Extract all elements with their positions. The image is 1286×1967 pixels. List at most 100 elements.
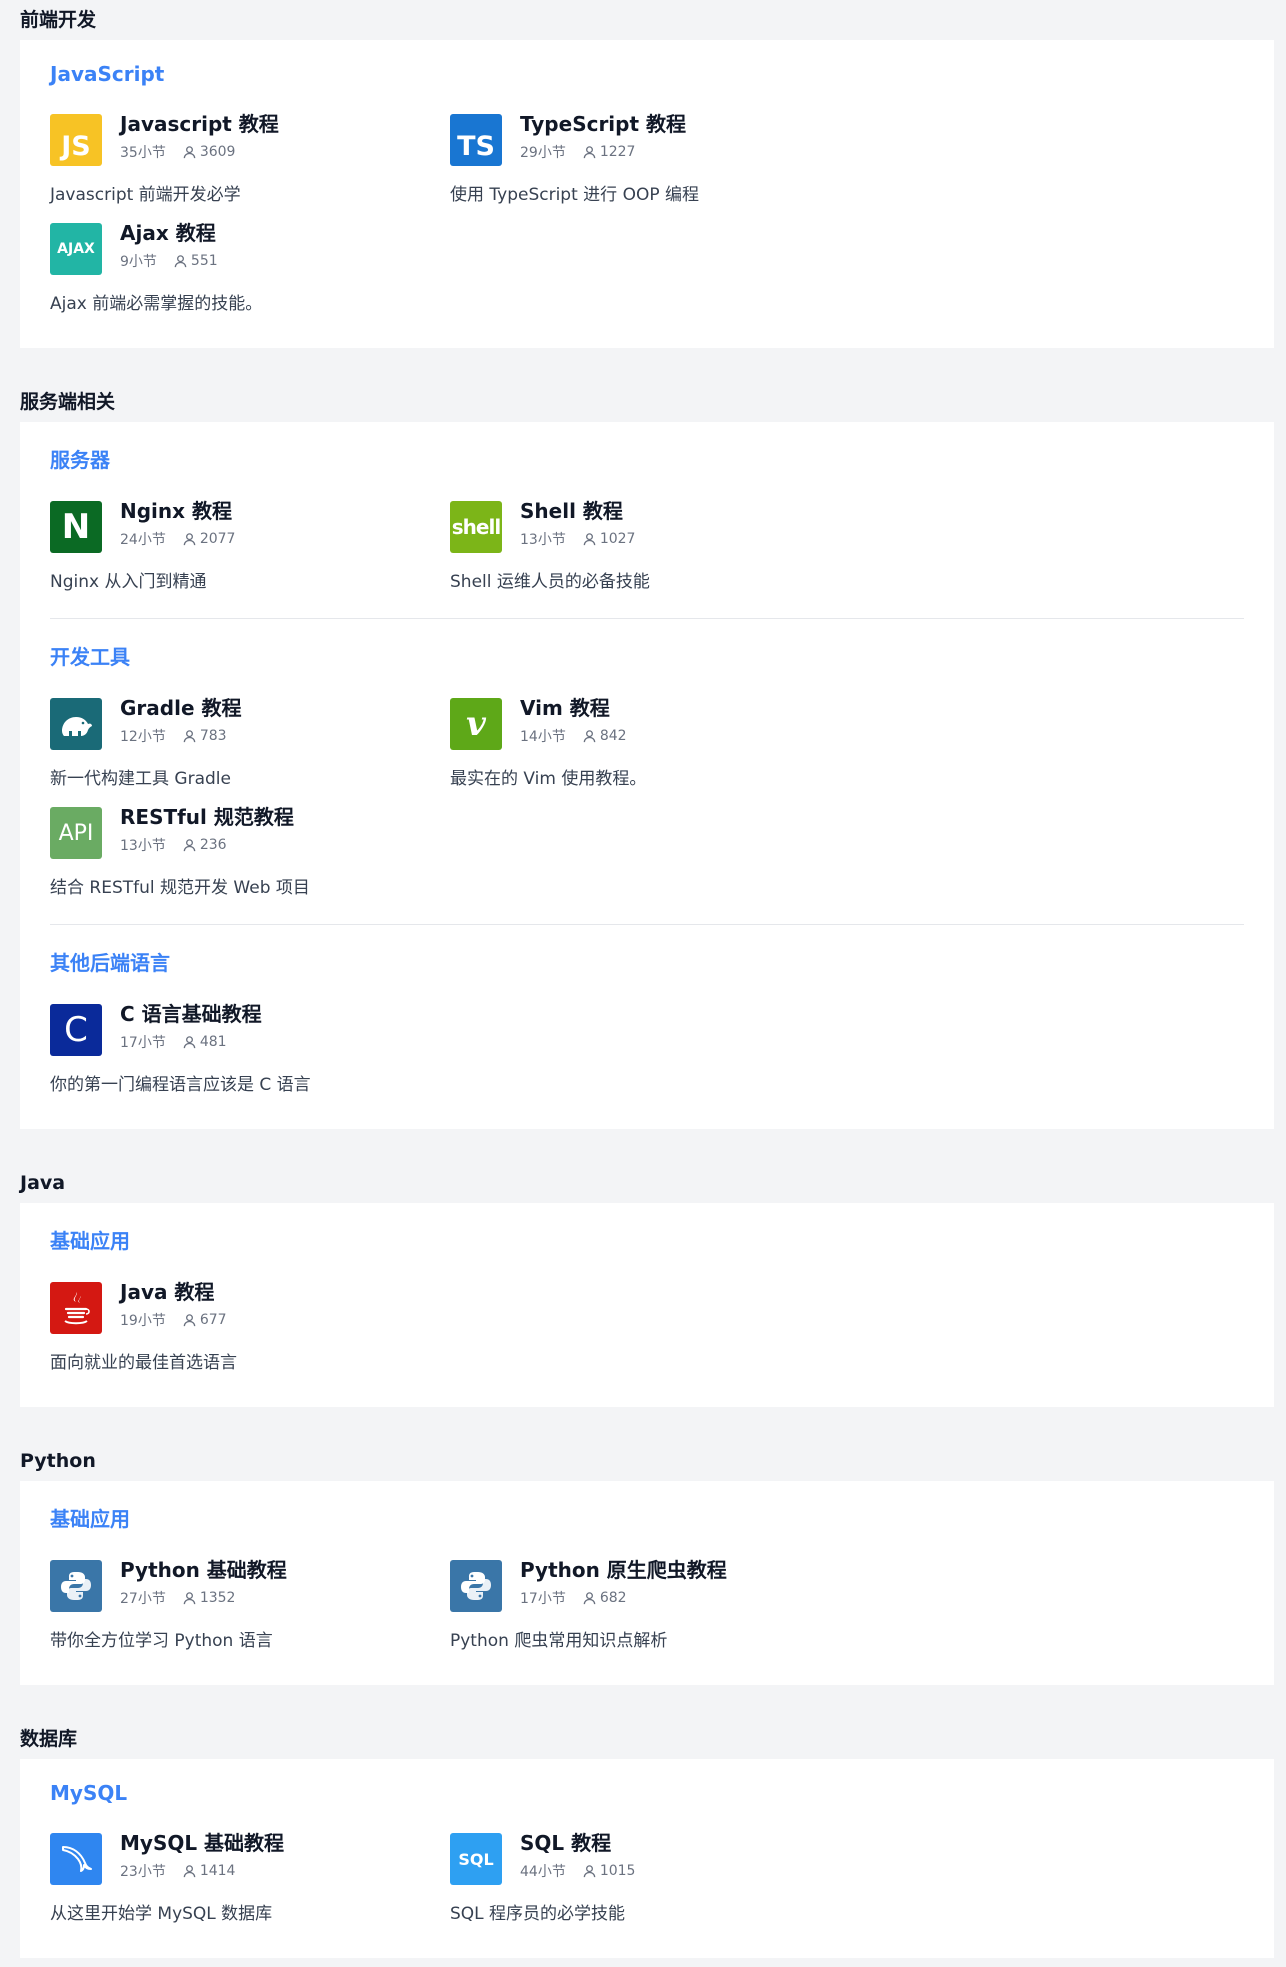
course-group: 服务器 N Nginx 教程 24小节 2077 Nginx 从入门到精通 shell She… — [50, 444, 1244, 610]
lesson-count: 35小节 — [120, 145, 166, 161]
course-description: 使用 TypeScript 进行 OOP 编程 — [450, 185, 699, 205]
lesson-count: 17小节 — [520, 1591, 566, 1607]
course-meta: 35小节 3609 — [120, 142, 279, 162]
course-title[interactable]: Java 教程 — [120, 1280, 227, 1304]
vim-icon[interactable]: v — [450, 698, 502, 750]
java-coffee-icon[interactable] — [50, 1282, 102, 1334]
shell-icon[interactable]: shell — [450, 501, 502, 553]
course-card[interactable]: AJAX Ajax 教程 9小节 551 Ajax 前端必需掌握的技能。 — [50, 221, 450, 314]
course-group: 基础应用 Java 教程 19小节 677 面向就业的最佳首选语言 — [50, 1225, 1244, 1391]
course-header: N Nginx 教程 24小节 2077 — [50, 499, 450, 553]
section-card: 基础应用 Python 基础教程 27小节 1352 带你全方位学习 Python 语言… — [20, 1481, 1274, 1685]
course-group: 开发工具 Gradle 教程 12小节 783 新一代构建工具 Gradle v Vim 教… — [50, 618, 1244, 916]
course-meta: 27小节 1352 — [120, 1588, 287, 1608]
learner-count-value: 1414 — [199, 1863, 236, 1879]
course-card[interactable]: Gradle 教程 12小节 783 新一代构建工具 Gradle — [50, 696, 450, 789]
course-group: 其他后端语言 C C 语言基础教程 17小节 481 你的第一门编程语言应该是 C 语言 — [50, 924, 1244, 1113]
course-title[interactable]: Shell 教程 — [520, 499, 635, 523]
course-description: 你的第一门编程语言应该是 C 语言 — [50, 1075, 311, 1095]
course-title[interactable]: Python 原生爬虫教程 — [520, 1558, 727, 1582]
course-title[interactable]: TypeScript 教程 — [520, 112, 686, 136]
learner-count: 682 — [582, 1590, 627, 1606]
course-list: Python 基础教程 27小节 1352 带你全方位学习 Python 语言 Pyth… — [50, 1558, 1244, 1669]
python-icon[interactable] — [50, 1560, 102, 1612]
section-card: MySQL MySQL 基础教程 23小节 1414 从这里开始学 MySQL 数据库 S… — [20, 1759, 1274, 1958]
course-title[interactable]: RESTful 规范教程 — [120, 805, 294, 829]
mysql-dolphin-icon[interactable] — [50, 1833, 102, 1885]
nginx-icon[interactable]: N — [50, 501, 102, 553]
course-title[interactable]: Nginx 教程 — [120, 499, 235, 523]
course-card[interactable]: JS Javascript 教程 35小节 3609 Javascript 前端开发必学 — [50, 112, 450, 205]
group-title-link[interactable]: MySQL — [50, 1781, 1244, 1805]
section-card: JavaScript JS Javascript 教程 35小节 3609 Javascr… — [20, 40, 1274, 348]
course-info: SQL 教程 44小节 1015 — [520, 1831, 636, 1881]
js-icon[interactable]: JS — [50, 114, 102, 166]
group-title-link[interactable]: 服务器 — [50, 444, 1244, 473]
gradle-elephant-icon[interactable] — [50, 698, 102, 750]
course-header: C C 语言基础教程 17小节 481 — [50, 1002, 450, 1056]
learner-count: 1227 — [582, 144, 635, 160]
learner-count: 842 — [582, 728, 627, 744]
api-icon[interactable]: API — [50, 807, 102, 859]
course-list: Java 教程 19小节 677 面向就业的最佳首选语言 — [50, 1280, 1244, 1391]
course-title[interactable]: Python 基础教程 — [120, 1558, 287, 1582]
learner-count: 677 — [182, 1312, 227, 1328]
learner-count: 551 — [173, 253, 218, 269]
course-info: Shell 教程 13小节 1027 — [520, 499, 636, 549]
group-title-link[interactable]: 基础应用 — [50, 1225, 1244, 1254]
section-card: 服务器 N Nginx 教程 24小节 2077 Nginx 从入门到精通 shell She… — [20, 422, 1274, 1129]
course-catalog: 前端开发 JavaScript JS Javascript 教程 35小节 3609 Jav… — [0, 0, 1286, 1958]
group-title-link[interactable]: 基础应用 — [50, 1503, 1244, 1532]
course-title[interactable]: Gradle 教程 — [120, 696, 241, 720]
course-card[interactable]: Java 教程 19小节 677 面向就业的最佳首选语言 — [50, 1280, 450, 1373]
course-card[interactable]: SQL SQL 教程 44小节 1015 SQL 程序员的必学技能 — [450, 1831, 850, 1924]
course-header: v Vim 教程 14小节 842 — [450, 696, 850, 750]
learner-count-value: 1027 — [599, 531, 636, 547]
course-title[interactable]: SQL 教程 — [520, 1831, 635, 1855]
course-card[interactable]: Python 原生爬虫教程 17小节 682 Python 爬虫常用知识点解析 — [450, 1558, 850, 1651]
course-card[interactable]: MySQL 基础教程 23小节 1414 从这里开始学 MySQL 数据库 — [50, 1831, 450, 1924]
course-title[interactable]: C 语言基础教程 — [120, 1002, 262, 1026]
course-info: Nginx 教程 24小节 2077 — [120, 499, 235, 549]
course-meta: 9小节 551 — [120, 251, 218, 271]
ajax-icon[interactable]: AJAX — [50, 223, 102, 275]
course-description: 最实在的 Vim 使用教程。 — [450, 769, 647, 789]
section-title: 数据库 — [20, 1728, 78, 1750]
c-icon[interactable]: C — [50, 1004, 102, 1056]
course-title[interactable]: Javascript 教程 — [120, 112, 279, 136]
course-card[interactable]: N Nginx 教程 24小节 2077 Nginx 从入门到精通 — [50, 499, 450, 592]
user-icon — [582, 145, 600, 160]
user-icon — [582, 532, 600, 547]
course-card[interactable]: C C 语言基础教程 17小节 481 你的第一门编程语言应该是 C 语言 — [50, 1002, 450, 1095]
learner-count-value: 1015 — [599, 1863, 636, 1879]
course-list: MySQL 基础教程 23小节 1414 从这里开始学 MySQL 数据库 SQL SQL… — [50, 1831, 1244, 1942]
course-card[interactable]: TS TypeScript 教程 29小节 1227 使用 TypeScript 进行 … — [450, 112, 850, 205]
course-title[interactable]: MySQL 基础教程 — [120, 1831, 284, 1855]
lesson-count: 23小节 — [120, 1864, 166, 1880]
course-meta: 24小节 2077 — [120, 529, 235, 549]
python-icon[interactable] — [450, 1560, 502, 1612]
course-meta: 19小节 677 — [120, 1310, 227, 1330]
group-title-link[interactable]: 开发工具 — [50, 641, 1244, 670]
course-card[interactable]: Python 基础教程 27小节 1352 带你全方位学习 Python 语言 — [50, 1558, 450, 1651]
user-icon — [182, 532, 200, 547]
course-info: Gradle 教程 12小节 783 — [120, 696, 241, 746]
learner-count-value: 3609 — [199, 144, 236, 160]
group-title-link[interactable]: JavaScript — [50, 62, 1244, 86]
group-title-link[interactable]: 其他后端语言 — [50, 947, 1244, 976]
ts-icon[interactable]: TS — [450, 114, 502, 166]
course-header: Java 教程 19小节 677 — [50, 1280, 450, 1334]
course-list: C C 语言基础教程 17小节 481 你的第一门编程语言应该是 C 语言 — [50, 1002, 1244, 1113]
course-card[interactable]: v Vim 教程 14小节 842 最实在的 Vim 使用教程。 — [450, 696, 850, 789]
course-info: Java 教程 19小节 677 — [120, 1280, 227, 1330]
learner-count: 1352 — [182, 1590, 235, 1606]
sql-icon[interactable]: SQL — [450, 1833, 502, 1885]
course-title[interactable]: Vim 教程 — [520, 696, 627, 720]
course-header: Gradle 教程 12小节 783 — [50, 696, 450, 750]
course-title[interactable]: Ajax 教程 — [120, 221, 218, 245]
course-info: Javascript 教程 35小节 3609 — [120, 112, 279, 162]
course-list: N Nginx 教程 24小节 2077 Nginx 从入门到精通 shell Shell … — [50, 499, 1244, 610]
course-card[interactable]: API RESTful 规范教程 13小节 236 结合 RESTful 规范开发 We… — [50, 805, 450, 898]
section-card: 基础应用 Java 教程 19小节 677 面向就业的最佳首选语言 — [20, 1203, 1274, 1407]
course-card[interactable]: shell Shell 教程 13小节 1027 Shell 运维人员的必备技能 — [450, 499, 850, 592]
